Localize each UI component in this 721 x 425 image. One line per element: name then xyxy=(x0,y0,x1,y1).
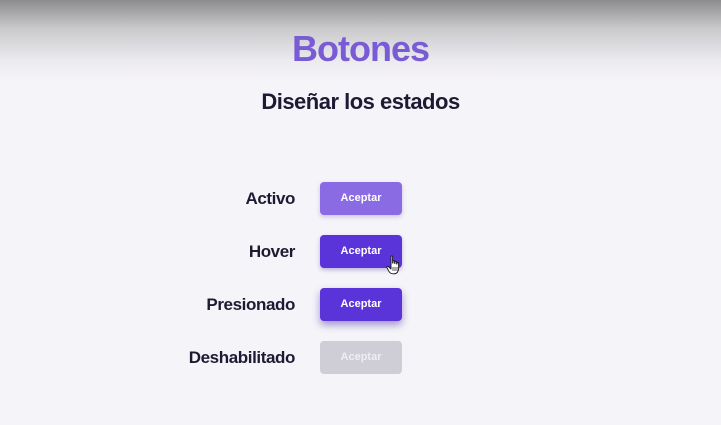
accept-button-disabled: Aceptar xyxy=(320,341,402,374)
state-row-active: Activo Aceptar xyxy=(0,182,721,215)
page-subtitle: Diseñar los estados xyxy=(261,89,460,114)
accept-button-active[interactable]: Aceptar xyxy=(320,182,402,215)
state-label-disabled: Deshabilitado xyxy=(188,348,296,367)
state-row-disabled: Deshabilitado Aceptar xyxy=(0,341,721,374)
page-title: Botones xyxy=(292,28,430,69)
state-row-hover: Hover Aceptar xyxy=(0,235,721,268)
state-label-pressed: Presionado xyxy=(206,295,295,314)
hand-pointer-icon xyxy=(386,255,400,275)
state-label-hover: Hover xyxy=(248,242,296,261)
state-label-active: Activo xyxy=(245,189,295,208)
accept-button-pressed[interactable]: Aceptar xyxy=(320,288,402,321)
state-row-pressed: Presionado Aceptar xyxy=(0,288,721,321)
